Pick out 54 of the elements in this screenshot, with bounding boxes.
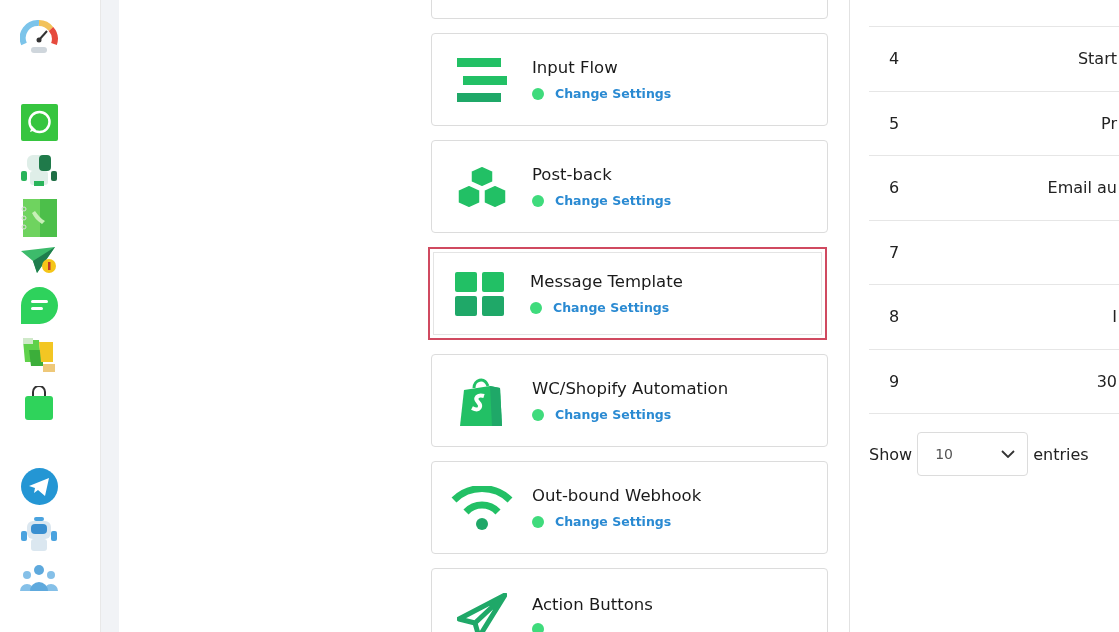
chat-bubble-icon[interactable] [20,287,58,324]
change-settings-link[interactable]: Change Settings [555,193,672,208]
row-number: 8 [889,307,901,327]
card-title: Action Buttons [532,594,653,614]
puzzle-hands-icon[interactable] [20,336,58,374]
robot-icon[interactable] [20,517,58,553]
lines-icon [457,57,507,102]
table-cell-text: 30 [1095,371,1117,391]
row-number: 6 [889,178,901,198]
card-title: Out-bound Webhook [532,486,702,505]
shopping-bag-icon[interactable] [24,386,54,420]
change-settings-link[interactable]: Change Settings [553,300,670,315]
row-number: 9 [889,371,901,391]
change-settings-link[interactable]: Change Settings [555,86,672,101]
change-settings-link[interactable]: Change Settings [555,514,672,529]
paper-plane-icon[interactable] [20,247,58,275]
card-title: Message Template [530,272,683,291]
service-card[interactable]: Message Template Change Settings [428,247,827,340]
contact-book-icon[interactable] [21,199,57,237]
telegram-icon[interactable] [20,468,58,505]
table-cell-text: I [1111,307,1117,327]
card-title: WC/Shopify Automation [532,379,729,398]
card-title: Input Flow [532,58,619,77]
paper-plane-icon [457,592,507,632]
service-card[interactable]: WC/Shopify Automation Change Settings [431,354,828,447]
entries-select[interactable]: 10 [917,432,1029,476]
service-card[interactable]: Out-bound Webhook Change Settings [431,461,828,554]
row-number: 7 [889,242,901,262]
wifi-icon [450,485,514,530]
table-cell-text: Start [1076,49,1117,69]
change-settings-link[interactable]: Change Settings [555,407,672,422]
table-cell-text: Email au [1046,178,1117,198]
row-number: 4 [889,49,901,69]
row-number: 5 [889,113,901,133]
table-cell-text: Pr [1100,113,1117,133]
show-label: Show [869,444,913,464]
people-icon[interactable] [20,565,58,591]
status-dot [532,408,544,421]
card-title: Post-back [532,165,613,184]
service-card[interactable]: Input Flow Change Settings [431,33,828,126]
cubes-icon [457,164,507,209]
robot-icon[interactable] [20,153,58,187]
status-dot [530,301,542,314]
status-dot [532,515,544,528]
gauge-icon[interactable] [20,18,58,56]
service-card[interactable]: Post-back Change Settings [431,140,828,233]
entries-label: entries [1033,444,1089,464]
status-dot [532,194,544,207]
status-dot [532,622,544,632]
grid-icon [455,271,505,316]
service-card[interactable]: Action Buttons [431,568,828,632]
whatsapp-icon[interactable] [20,104,58,141]
status-dot [532,87,544,100]
chevron-down-icon [1001,450,1016,458]
